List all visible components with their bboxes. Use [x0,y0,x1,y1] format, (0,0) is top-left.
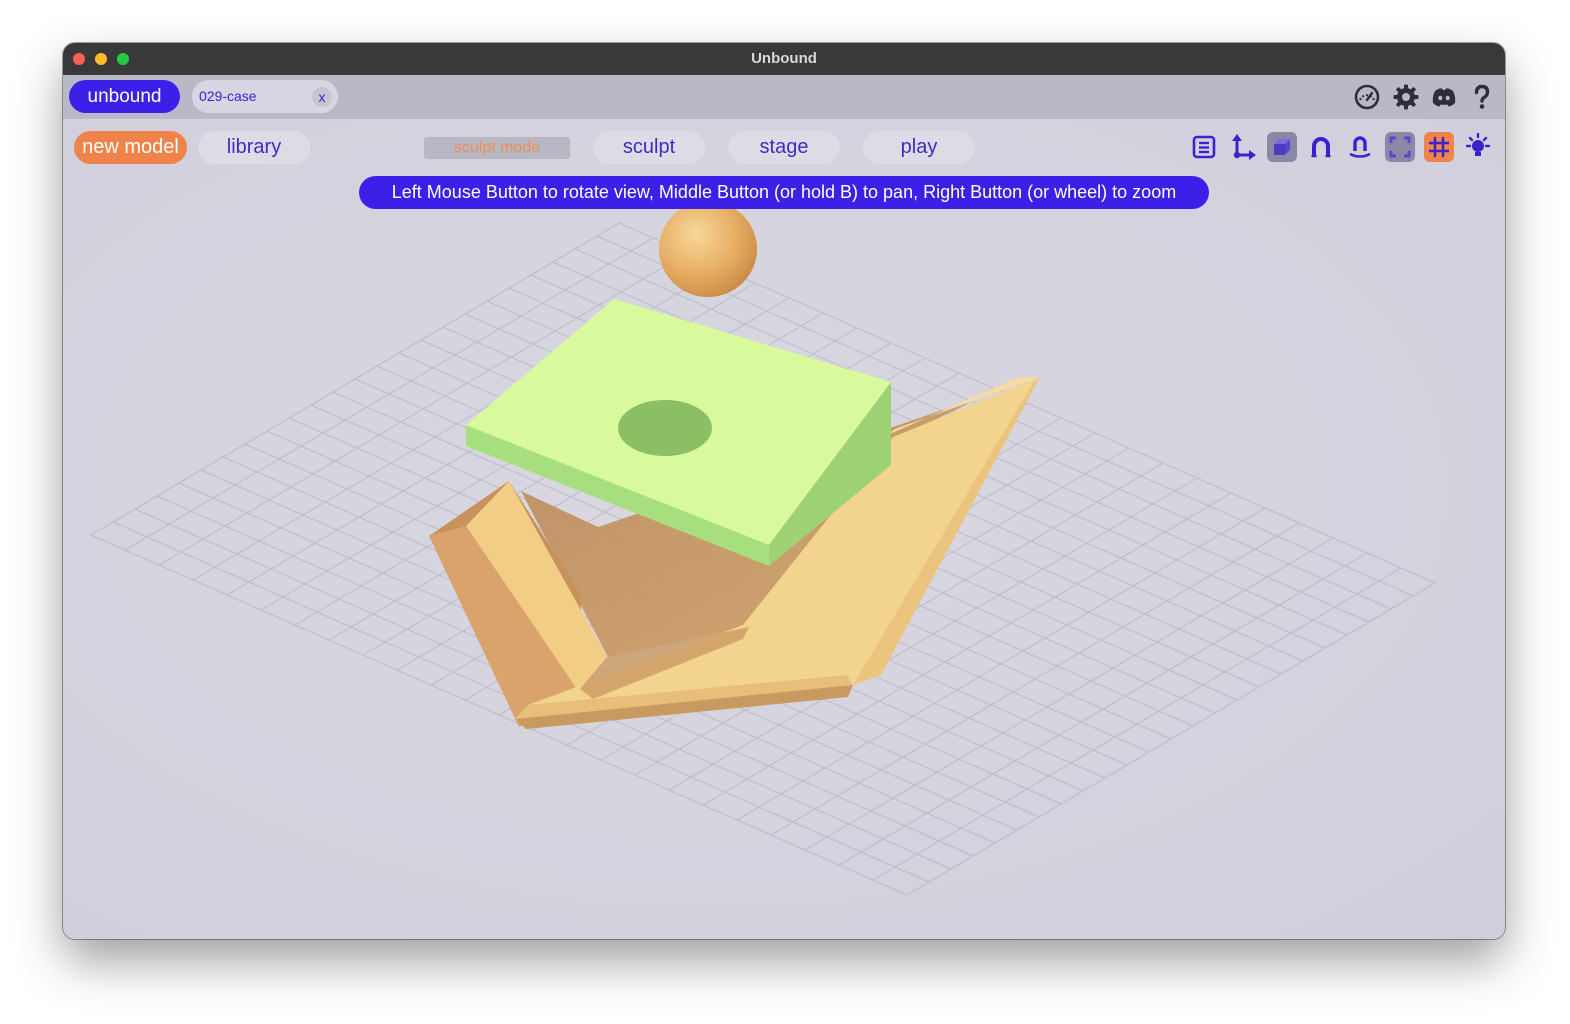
tab-stage[interactable]: stage [728,131,840,164]
frame-focus-icon[interactable] [1385,132,1415,162]
cube-view-icon[interactable] [1267,132,1297,162]
settings-gear-icon[interactable] [1392,83,1420,111]
list-icon[interactable] [1189,132,1219,162]
file-tab[interactable]: 029-case x [192,80,338,113]
file-tab-label: 029-case [199,88,257,104]
tab-sculpt[interactable]: sculpt [593,131,705,164]
app-window: Unbound unbound 029-case x new model lib… [63,43,1505,939]
sphere-shape [659,201,757,297]
library-button[interactable]: library [198,131,310,164]
new-model-button[interactable]: new model [74,131,187,164]
performance-gauge-icon[interactable] [1353,83,1381,111]
close-tab-button[interactable]: x [312,87,332,107]
light-bulb-icon[interactable] [1463,132,1493,162]
title-bar: Unbound [63,43,1505,76]
magnet-icon[interactable] [1306,132,1336,162]
tab-play[interactable]: play [863,131,975,164]
controls-hint: Left Mouse Button to rotate view, Middle… [359,176,1209,209]
window-title: Unbound [751,50,817,67]
app-tab-unbound[interactable]: unbound [69,80,180,113]
tab-bar: unbound 029-case x [63,75,1505,119]
3d-viewport[interactable] [63,119,1505,939]
grid-icon[interactable] [1424,132,1454,162]
help-icon[interactable] [1468,83,1496,111]
discord-icon[interactable] [1430,83,1458,111]
snap-magnet-icon[interactable] [1345,132,1375,162]
mode-label: sculpt mode [424,137,570,159]
axis-gizmo-icon[interactable] [1228,132,1258,162]
